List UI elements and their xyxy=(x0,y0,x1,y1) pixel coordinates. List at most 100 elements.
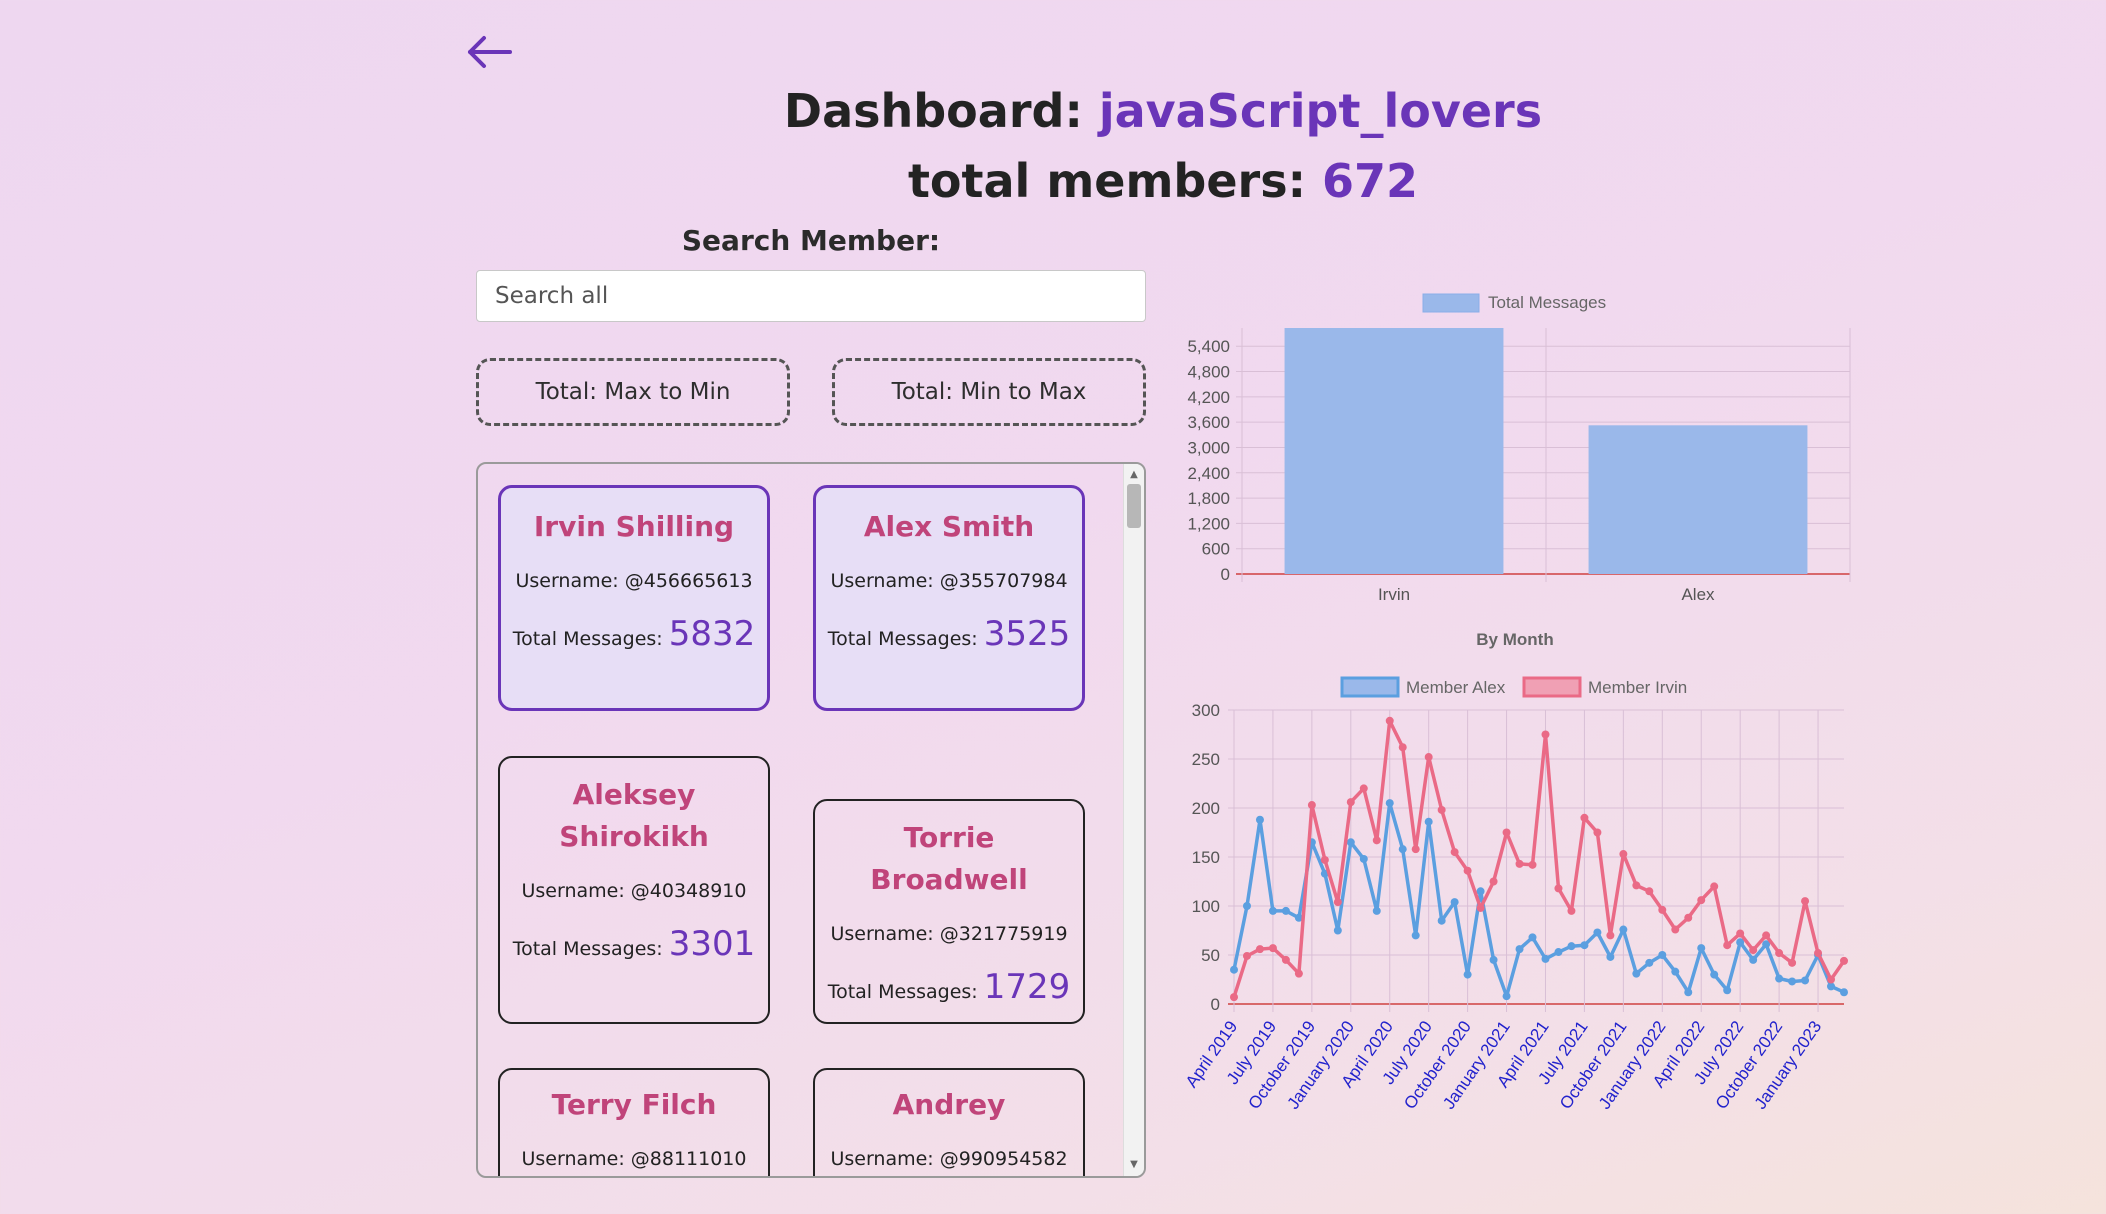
data-point xyxy=(1749,946,1758,955)
list-scrollbar[interactable]: ▲ ▼ xyxy=(1123,464,1144,1176)
member-card[interactable]: Alex Smith Username: @355707984 Total Me… xyxy=(813,485,1085,711)
data-point xyxy=(1385,716,1394,725)
data-point xyxy=(1255,815,1264,824)
data-point xyxy=(1723,986,1732,995)
members-prefix: total members: xyxy=(907,154,1306,208)
dashboard-prefix: Dashboard: xyxy=(783,84,1083,138)
data-point xyxy=(1437,916,1446,925)
data-point xyxy=(1554,884,1563,893)
data-point xyxy=(1372,906,1381,915)
data-point xyxy=(1632,881,1641,890)
total-value: 3525 xyxy=(983,614,1071,654)
data-point xyxy=(1424,753,1433,762)
data-point xyxy=(1840,988,1848,997)
y-tick-label: 150 xyxy=(1192,848,1220,867)
scroll-up-icon[interactable]: ▲ xyxy=(1124,466,1144,484)
y-tick-label: 600 xyxy=(1202,540,1230,559)
member-card[interactable]: Terry Filch Username: @88111010 xyxy=(498,1068,770,1176)
y-tick-label: 200 xyxy=(1192,799,1220,818)
dashboard-title: Dashboard: javaScript_lovers xyxy=(0,84,2106,138)
back-arrow-icon[interactable] xyxy=(466,28,514,76)
data-point xyxy=(1710,882,1719,891)
member-card[interactable]: Andrey Username: @990954582 xyxy=(813,1068,1085,1176)
member-username: Username: @40348910 xyxy=(521,880,747,902)
data-point xyxy=(1606,952,1615,961)
bar xyxy=(1284,328,1504,574)
total-value: 1729 xyxy=(983,967,1071,1007)
data-point xyxy=(1827,982,1836,991)
data-point xyxy=(1411,931,1420,940)
data-point xyxy=(1268,944,1277,953)
legend-swatch-alex xyxy=(1340,676,1400,698)
group-name: javaScript_lovers xyxy=(1098,84,1543,138)
data-point xyxy=(1710,970,1719,979)
data-point xyxy=(1840,956,1848,965)
total-label: Total Messages: xyxy=(827,628,978,650)
data-point xyxy=(1411,845,1420,854)
data-point xyxy=(1346,838,1355,847)
member-card[interactable]: Aleksey Shirokikh Username: @40348910 To… xyxy=(498,756,770,1024)
data-point xyxy=(1606,931,1615,940)
member-total: Total Messages: 3525 xyxy=(816,614,1082,654)
member-list[interactable]: Irvin Shilling Username: @456665613 Tota… xyxy=(476,462,1146,1178)
y-tick-label: 0 xyxy=(1211,995,1220,1014)
data-point xyxy=(1502,992,1511,1001)
data-point xyxy=(1645,887,1654,896)
data-point xyxy=(1489,877,1498,886)
member-name: Aleksey Shirokikh xyxy=(559,778,709,853)
data-point xyxy=(1619,925,1628,934)
data-point xyxy=(1736,929,1745,938)
data-point xyxy=(1502,828,1511,837)
member-card[interactable]: Irvin Shilling Username: @456665613 Tota… xyxy=(498,485,770,711)
data-point xyxy=(1580,813,1589,822)
x-tick-label: Irvin xyxy=(1378,585,1410,604)
legend-label: Total Messages xyxy=(1488,293,1606,312)
data-point xyxy=(1697,944,1706,953)
data-point xyxy=(1528,933,1537,942)
member-name: Irvin Shilling xyxy=(533,510,735,543)
legend-swatch xyxy=(1422,293,1480,313)
y-tick-label: 1,800 xyxy=(1187,489,1230,508)
data-point xyxy=(1684,988,1693,997)
data-point xyxy=(1567,942,1576,951)
data-point xyxy=(1593,828,1602,837)
data-point xyxy=(1281,906,1290,915)
y-tick-label: 0 xyxy=(1221,565,1230,584)
search-input[interactable] xyxy=(476,270,1146,322)
member-username: Username: @355707984 xyxy=(830,570,1068,592)
data-point xyxy=(1242,902,1251,910)
bar xyxy=(1588,425,1808,574)
members-count: 672 xyxy=(1322,154,1419,208)
sort-min-to-max-button[interactable]: Total: Min to Max xyxy=(832,358,1146,426)
member-total: Total Messages: 1729 xyxy=(815,967,1083,1007)
sort-max-to-min-button[interactable]: Total: Max to Min xyxy=(476,358,790,426)
data-point xyxy=(1762,931,1771,940)
y-tick-label: 4,800 xyxy=(1187,363,1230,382)
data-point xyxy=(1255,945,1264,954)
data-point xyxy=(1658,951,1667,959)
data-point xyxy=(1476,903,1485,912)
data-point xyxy=(1541,730,1550,739)
y-tick-label: 100 xyxy=(1192,897,1220,916)
data-point xyxy=(1658,905,1667,914)
member-card[interactable]: Torrie Broadwell Username: @321775919 To… xyxy=(813,799,1085,1024)
data-point xyxy=(1230,965,1238,974)
data-point xyxy=(1398,845,1407,854)
data-point xyxy=(1528,860,1537,869)
member-username: Username: @88111010 xyxy=(521,1148,747,1170)
y-tick-label: 50 xyxy=(1201,946,1220,965)
data-point xyxy=(1619,850,1628,859)
data-point xyxy=(1463,970,1472,979)
scroll-down-icon[interactable]: ▼ xyxy=(1124,1156,1144,1174)
data-point xyxy=(1671,925,1680,934)
total-value: 5832 xyxy=(668,614,756,654)
scroll-thumb[interactable] xyxy=(1127,484,1141,528)
data-point xyxy=(1359,784,1368,793)
data-point xyxy=(1814,949,1823,958)
total-value: 3301 xyxy=(668,924,756,964)
data-point xyxy=(1385,799,1394,808)
member-name: Alex Smith xyxy=(863,510,1035,543)
data-point xyxy=(1281,955,1290,964)
data-point xyxy=(1242,951,1251,960)
data-point xyxy=(1489,955,1498,964)
